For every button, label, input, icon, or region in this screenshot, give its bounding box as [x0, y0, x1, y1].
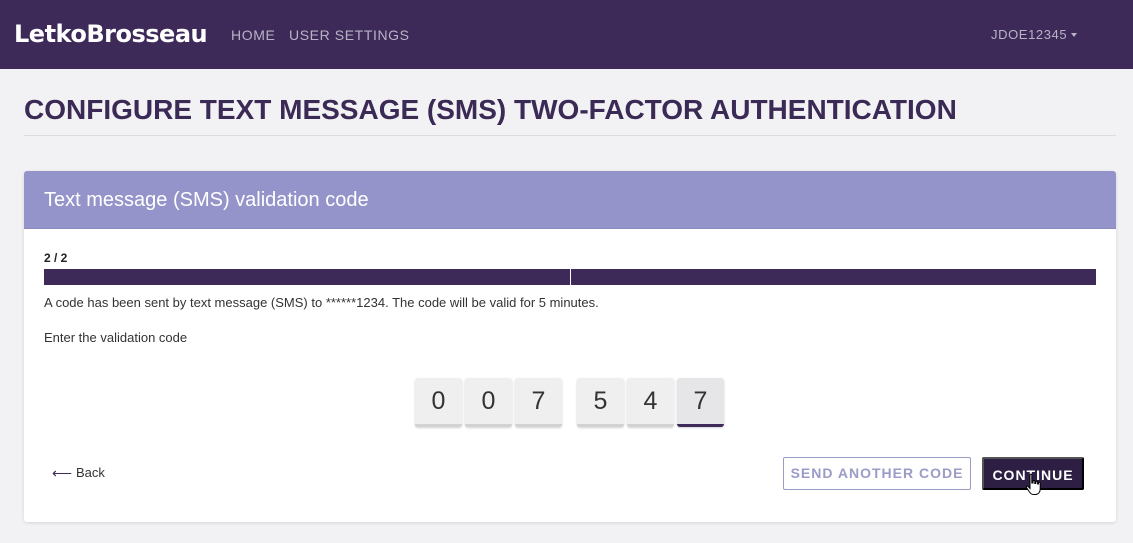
- code-prompt-label: Enter the validation code: [44, 330, 188, 345]
- brand-logo[interactable]: LetkoBrosseau: [14, 19, 208, 49]
- nav-link-home[interactable]: HOME: [231, 27, 275, 43]
- step-progress-bar: [44, 269, 1096, 285]
- hand-pointer-icon: [1025, 473, 1041, 495]
- code-digit-3[interactable]: 7: [515, 378, 562, 427]
- validation-card: Text message (SMS) validation code 2 / 2…: [24, 171, 1116, 522]
- card-header: Text message (SMS) validation code: [24, 171, 1116, 229]
- progress-segment-2: [571, 269, 1096, 285]
- back-link[interactable]: ⟵ Back: [52, 465, 105, 481]
- code-digit-2[interactable]: 0: [465, 378, 512, 427]
- send-another-code-button[interactable]: SEND ANOTHER CODE: [783, 457, 971, 490]
- caret-down-icon: [1071, 33, 1078, 37]
- code-sent-message: A code has been sent by text message (SM…: [44, 295, 599, 310]
- user-menu-label: JDOE12345: [991, 27, 1068, 42]
- top-navbar: LetkoBrosseau HOME USER SETTINGS JDOE123…: [0, 0, 1133, 69]
- arrow-left-icon: ⟵: [52, 465, 73, 481]
- nav-link-user-settings[interactable]: USER SETTINGS: [289, 27, 410, 43]
- code-digit-5[interactable]: 4: [627, 378, 674, 427]
- card-title: Text message (SMS) validation code: [44, 189, 369, 211]
- user-menu-toggle[interactable]: JDOE12345: [991, 27, 1078, 43]
- progress-segment-1: [44, 269, 570, 285]
- code-digit-6[interactable]: 7: [677, 378, 724, 427]
- code-digit-1[interactable]: 0: [415, 378, 462, 427]
- back-label: Back: [76, 465, 105, 480]
- title-divider: [24, 135, 1116, 136]
- step-indicator: 2 / 2: [44, 251, 68, 265]
- code-digit-4[interactable]: 5: [577, 378, 624, 427]
- page-title: CONFIGURE TEXT MESSAGE (SMS) TWO-FACTOR …: [24, 94, 957, 125]
